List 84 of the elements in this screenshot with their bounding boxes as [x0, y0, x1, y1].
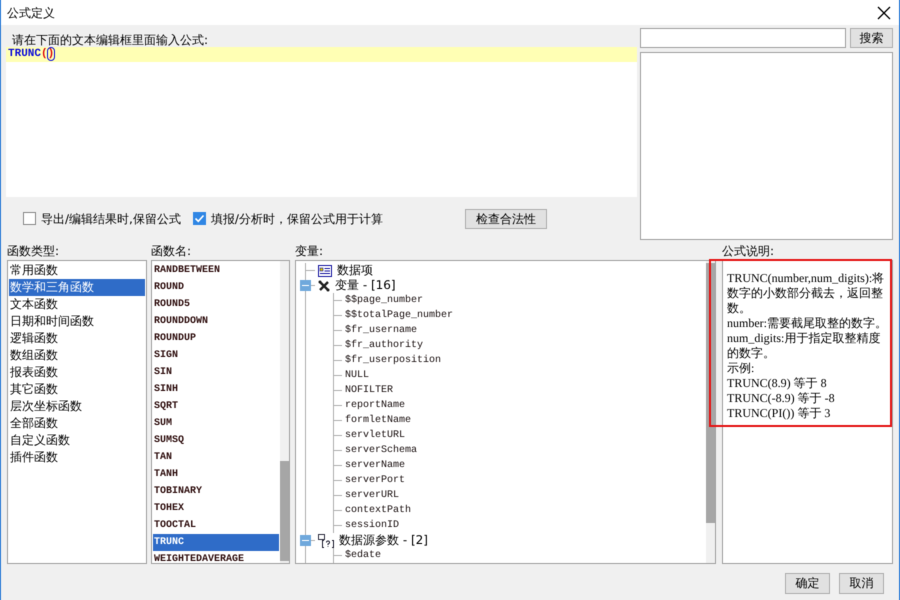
dialog-button[interactable]: 取消 [839, 573, 884, 594]
list-item[interactable]: ROUNDDOWN [153, 313, 279, 330]
tree-label: 变量: [295, 244, 324, 258]
list-item[interactable]: 逻辑函数 [9, 330, 145, 347]
description-label: 公式说明: [722, 244, 774, 258]
list-item[interactable]: ROUND5 [153, 296, 279, 313]
collapse-icon[interactable] [300, 280, 311, 291]
list-item[interactable]: 其它函数 [9, 381, 145, 398]
editor-label: 请在下面的文本编辑框里面输入公式: [12, 33, 208, 47]
list-item[interactable]: TOHEX [153, 500, 279, 517]
list-item[interactable]: SINH [153, 381, 279, 398]
tree-node[interactable]: servletURL [345, 428, 406, 443]
list-item[interactable]: 插件函数 [9, 449, 145, 466]
list-label: 函数名: [151, 244, 192, 258]
description-text: TRUNC(number,num_digits):将数字的小数部分截去，返回整数。 [727, 271, 886, 316]
checkbox-label: 导出/编辑结果时,保留公式 [41, 210, 181, 228]
list-item[interactable]: SUMSQ [153, 432, 279, 449]
tree-node[interactable]: $$totalPage_number [345, 308, 454, 323]
description-text: number:需要截尾取整的数字。 [727, 316, 888, 331]
description-text: TRUNC(PI()) 等于 3 [727, 406, 832, 421]
tree-node[interactable]: $fr_userposition [345, 353, 442, 368]
close-icon [877, 6, 891, 20]
list-item[interactable]: TOBINARY [153, 483, 279, 500]
list-item[interactable]: 常用函数 [9, 262, 145, 279]
search-field[interactable] [640, 28, 846, 48]
list-item[interactable]: SQRT [153, 398, 279, 415]
list-item[interactable]: 文本函数 [9, 296, 145, 313]
list-item[interactable]: TRUNC [153, 534, 279, 551]
cross-icon [318, 280, 330, 292]
tree-node[interactable]: serverPort [345, 473, 406, 488]
checkbox[interactable] [23, 212, 36, 225]
checkbox[interactable] [192, 212, 206, 225]
list-item[interactable]: TANH [153, 466, 279, 483]
formula-editor[interactable]: TRUNC() [6, 47, 637, 197]
list-item[interactable]: 层次坐标函数 [9, 398, 145, 415]
card-icon [318, 264, 332, 276]
list-item[interactable]: 数组函数 [9, 347, 145, 364]
tree-node[interactable]: 变量 - [16] [335, 278, 396, 293]
list-item[interactable]: 全部函数 [9, 415, 145, 432]
tree-node[interactable]: 数据源参数 - [2] [339, 533, 428, 548]
tree-node[interactable]: formletName [345, 413, 412, 428]
validate-button[interactable]: 检查合法性 [464, 208, 547, 228]
tree-node[interactable]: $fr_username [345, 323, 418, 338]
tree-node[interactable]: serverSchema [345, 443, 418, 458]
list-item[interactable]: SUM [153, 415, 279, 432]
list-item[interactable]: ROUNDUP [153, 330, 279, 347]
code-token: ( [41, 48, 48, 60]
description-text: 示例: [727, 361, 756, 376]
tree-node[interactable]: $fr_authority [345, 338, 424, 353]
description-text: num_digits:用于指定取整精度的数字。 [727, 331, 882, 361]
list-item[interactable]: 日期和时间函数 [9, 313, 145, 330]
tree-node[interactable]: 数据项 [337, 263, 373, 278]
list-item[interactable]: RANDBETWEEN [153, 262, 279, 279]
tree-node[interactable]: serverURL [345, 488, 400, 503]
list-item[interactable]: 报表函数 [9, 364, 145, 381]
search-button[interactable]: 搜索 [850, 28, 893, 48]
list-item[interactable]: 数学和三角函数 [9, 279, 145, 296]
tree-node[interactable]: serverName [345, 458, 406, 473]
dialog-button[interactable]: 确定 [785, 573, 830, 594]
tree-node[interactable]: $edate [345, 548, 382, 563]
tree-node[interactable]: sessionID [345, 518, 400, 533]
tree-node[interactable]: NULL [345, 368, 370, 383]
list-item[interactable]: 自定义函数 [9, 432, 145, 449]
scrollbar-thumb[interactable] [280, 461, 289, 561]
tree-node[interactable]: $$page_number [345, 293, 424, 308]
list-label: 函数类型: [7, 244, 60, 258]
collapse-icon[interactable] [300, 535, 311, 546]
list-item[interactable]: ROUND [153, 279, 279, 296]
window-title: 公式定义 [7, 4, 55, 22]
tree-node[interactable]: contextPath [345, 503, 412, 518]
tree-node[interactable]: NOFILTER [345, 383, 394, 398]
checkbox-label: 填报/分析时，保留公式用于计算 [210, 210, 383, 228]
list-item[interactable]: SIGN [153, 347, 279, 364]
description-text: TRUNC(-8.9) 等于 -8 [727, 391, 836, 406]
list-item[interactable]: SIN [153, 364, 279, 381]
list-item[interactable]: TOOCTAL [153, 517, 279, 534]
parameter-icon [318, 534, 334, 548]
tree-node[interactable]: reportName [345, 398, 406, 413]
scrollbar[interactable] [280, 261, 289, 563]
code-token: ) [48, 48, 54, 60]
description-text: TRUNC(8.9) 等于 8 [727, 376, 828, 391]
list-item[interactable]: TAN [153, 449, 279, 466]
list-item[interactable]: WEIGHTEDAVERAGE [153, 551, 279, 563]
code-token: TRUNC [8, 48, 42, 60]
